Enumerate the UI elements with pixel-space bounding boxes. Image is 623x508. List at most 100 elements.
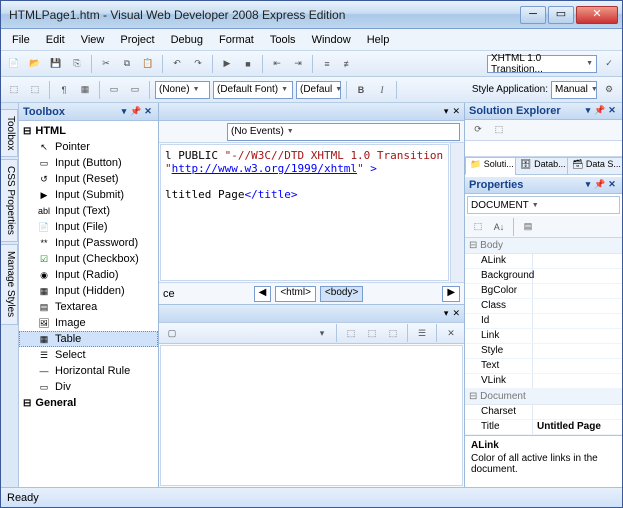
soln-props-icon[interactable]: ⬚ — [490, 121, 508, 139]
toolbox-item-input-radio[interactable]: ◉Input (Radio) — [19, 267, 158, 283]
toolbox-item-input-password[interactable]: **Input (Password) — [19, 235, 158, 251]
format-icon[interactable]: ⬚ — [5, 81, 23, 99]
size-combo[interactable]: (Defaul — [296, 81, 341, 99]
style-app-combo[interactable]: Manual — [551, 81, 597, 99]
tab-datasources[interactable]: 🗃 Data S... — [567, 157, 622, 175]
lt-view3-icon[interactable]: ⬚ — [384, 324, 402, 342]
toolbox-item-input-submit[interactable]: ▶Input (Submit) — [19, 187, 158, 203]
tab-solution[interactable]: 📁 Soluti... — [465, 157, 516, 175]
doctype-combo[interactable]: XHTML 1.0 Transition... — [487, 55, 597, 73]
format2-icon[interactable]: ⬚ — [26, 81, 44, 99]
lt-icon1[interactable]: ▢ — [163, 324, 181, 342]
props-target-combo[interactable]: DOCUMENT — [467, 196, 620, 214]
toolbox-item-input-checkbox[interactable]: ☑Input (Checkbox) — [19, 251, 158, 267]
events-combo[interactable]: (No Events) — [227, 123, 460, 141]
chevron-down-icon[interactable]: ▾ — [118, 106, 130, 118]
cut-icon[interactable]: ✂ — [97, 55, 115, 73]
para-icon[interactable]: ¶ — [55, 81, 73, 99]
toolbox-item-input-button[interactable]: ▭Input (Button) — [19, 155, 158, 171]
prop-cat-document[interactable]: Document — [465, 389, 622, 405]
prop-cat-body[interactable]: Body — [465, 238, 622, 254]
validate-icon[interactable]: ✓ — [600, 55, 618, 73]
redo-icon[interactable]: ↷ — [189, 55, 207, 73]
toolbox-item-div[interactable]: ▭Div — [19, 379, 158, 395]
menu-tools[interactable]: Tools — [263, 32, 303, 48]
titlebar[interactable]: HTMLPage1.htm - Visual Web Developer 200… — [1, 1, 622, 29]
italic-button[interactable]: I — [373, 81, 391, 99]
lt-list-icon[interactable]: ☰ — [413, 324, 431, 342]
menu-edit[interactable]: Edit — [39, 32, 72, 48]
save-all-icon[interactable]: ⎘ — [68, 55, 86, 73]
doc-chevron-icon[interactable]: ▾ — [444, 106, 449, 117]
toolbox-tree[interactable]: HTML ↖Pointer ▭Input (Button) ↺Input (Re… — [19, 121, 158, 487]
copy-icon[interactable]: ⧉ — [118, 55, 136, 73]
toolbox-item-select[interactable]: ☰Select — [19, 347, 158, 363]
minimize-button[interactable]: ─ — [520, 6, 546, 24]
menu-file[interactable]: File — [5, 32, 37, 48]
side-tab-styles[interactable]: Manage Styles — [1, 244, 18, 324]
bc-prev-button[interactable]: ◀ — [254, 286, 272, 302]
maximize-button[interactable]: ▭ — [548, 6, 574, 24]
toolbox-section-general[interactable]: General — [19, 395, 158, 411]
indent-out-icon[interactable]: ⇤ — [268, 55, 286, 73]
soln-chevron-icon[interactable]: ▾ — [582, 105, 594, 117]
tab-database[interactable]: 🗄 Datab... — [515, 157, 568, 175]
paste-icon[interactable]: 📋 — [139, 55, 157, 73]
menu-window[interactable]: Window — [305, 32, 358, 48]
new-icon[interactable]: 📄 — [5, 55, 23, 73]
side-tab-toolbox[interactable]: Toolbox — [1, 109, 18, 157]
bc-next-button[interactable]: ▶ — [442, 286, 460, 302]
toolbox-item-input-hidden[interactable]: ▦Input (Hidden) — [19, 283, 158, 299]
code-editor[interactable]: l PUBLIC "-//W3C//DTD XHTML 1.0 Transiti… — [160, 144, 449, 281]
doc-close-icon[interactable]: ✕ — [452, 106, 460, 117]
doc2-close-icon[interactable]: ✕ — [452, 308, 460, 319]
toolbox-item-input-text[interactable]: ablInput (Text) — [19, 203, 158, 219]
indent-in-icon[interactable]: ⇥ — [289, 55, 307, 73]
menu-format[interactable]: Format — [212, 32, 261, 48]
toolbox-section-html[interactable]: HTML — [19, 123, 158, 139]
soln-refresh-icon[interactable]: ⟳ — [469, 121, 487, 139]
close-button[interactable]: ✕ — [576, 6, 618, 24]
bc-html[interactable]: <html> — [275, 286, 316, 302]
props-cat-icon[interactable]: ⬚ — [469, 218, 487, 236]
style-combo[interactable]: (None) — [155, 81, 210, 99]
layer2-icon[interactable]: ▭ — [126, 81, 144, 99]
menu-help[interactable]: Help — [360, 32, 397, 48]
props-pages-icon[interactable]: ▤ — [519, 218, 537, 236]
comment-icon[interactable]: ≡ — [318, 55, 336, 73]
soln-close-icon[interactable]: ✕ — [606, 105, 618, 117]
doc2-chevron-icon[interactable]: ▾ — [444, 308, 449, 319]
menu-project[interactable]: Project — [113, 32, 161, 48]
props-pin-icon[interactable]: 📌 — [594, 179, 606, 191]
close-icon[interactable]: ✕ — [142, 106, 154, 118]
toolbox-item-image[interactable]: 🖼Image — [19, 315, 158, 331]
menu-debug[interactable]: Debug — [164, 32, 210, 48]
menu-view[interactable]: View — [74, 32, 112, 48]
bc-body[interactable]: <body> — [320, 286, 363, 302]
toolbox-item-hr[interactable]: —Horizontal Rule — [19, 363, 158, 379]
toolbox-item-input-file[interactable]: 📄Input (File) — [19, 219, 158, 235]
block-icon[interactable]: ▦ — [76, 81, 94, 99]
uncomment-icon[interactable]: ≢ — [339, 55, 357, 73]
side-tab-css[interactable]: CSS Properties — [1, 159, 18, 242]
props-close-icon[interactable]: ✕ — [606, 179, 618, 191]
vscrollbar[interactable] — [450, 143, 464, 282]
font-combo[interactable]: (Default Font) — [213, 81, 293, 99]
open-icon[interactable]: 📂 — [26, 55, 44, 73]
toolbox-item-pointer[interactable]: ↖Pointer — [19, 139, 158, 155]
props-chevron-icon[interactable]: ▾ — [582, 179, 594, 191]
undo-icon[interactable]: ↶ — [168, 55, 186, 73]
properties-grid[interactable]: Body ALink Background BgColor Class Id L… — [465, 238, 622, 435]
toolbox-item-table[interactable]: ▦Table — [19, 331, 158, 347]
lt-view1-icon[interactable]: ⬚ — [342, 324, 360, 342]
soln-pin-icon[interactable]: 📌 — [594, 105, 606, 117]
bold-button[interactable]: B — [352, 81, 370, 99]
pin-icon[interactable]: 📌 — [130, 106, 142, 118]
lt-view2-icon[interactable]: ⬚ — [363, 324, 381, 342]
stop-icon[interactable]: ■ — [239, 55, 257, 73]
save-icon[interactable]: 💾 — [47, 55, 65, 73]
layer-icon[interactable]: ▭ — [105, 81, 123, 99]
lt-nav-icon[interactable]: ▾ — [313, 324, 331, 342]
style-opt-icon[interactable]: ⚙ — [600, 81, 618, 99]
props-az-icon[interactable]: A↓ — [490, 218, 508, 236]
